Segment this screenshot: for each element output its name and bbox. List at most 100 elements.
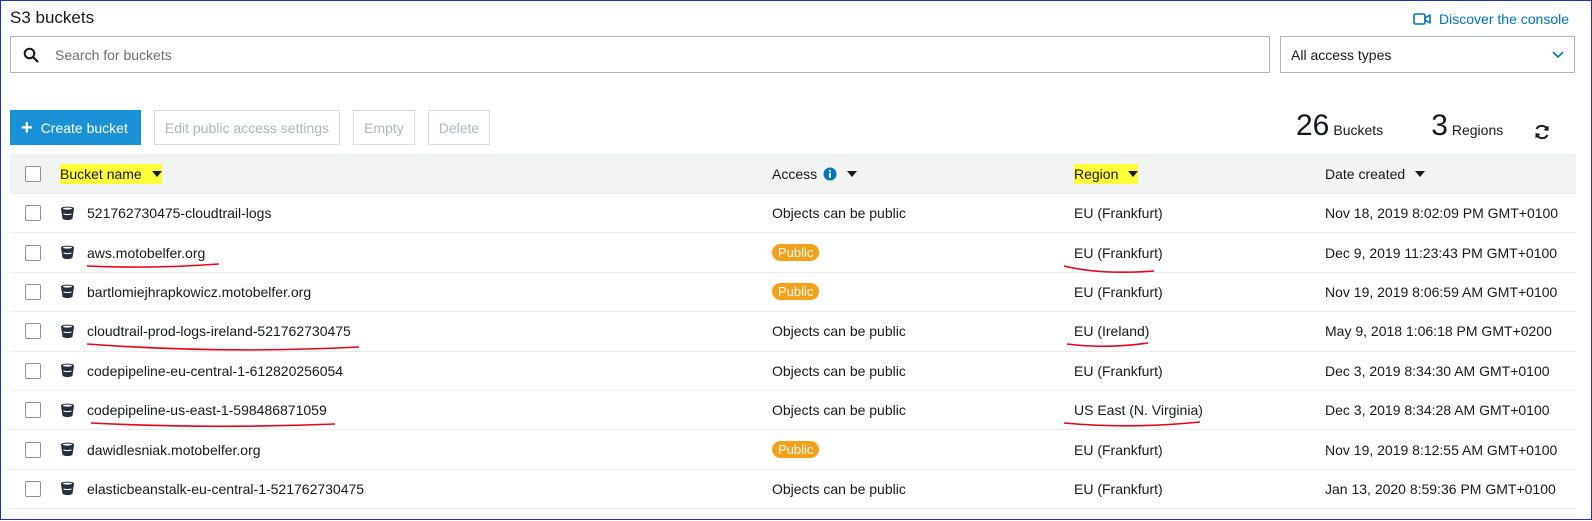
window-frame: S3 buckets Discover the console All acce…	[0, 0, 1592, 520]
buckets-count: 26	[1296, 109, 1330, 142]
bucket-name-link[interactable]: elasticbeanstalk-eu-central-1-5217627304…	[87, 481, 364, 497]
bucket-icon	[61, 363, 74, 378]
access-value: Objects can be public	[772, 480, 906, 497]
bucket-icon	[61, 285, 74, 299]
table-row[interactable]: cloudtrail-prod-logs-ireland-52176273047…	[10, 312, 1576, 352]
column-header-access-label: Access	[772, 165, 818, 182]
bucket-name-link[interactable]: codepipeline-us-east-1-598486871059	[87, 402, 327, 418]
empty-button[interactable]: Empty	[353, 110, 415, 145]
access-value: Objects can be public	[772, 362, 906, 379]
row-checkbox[interactable]	[25, 402, 41, 419]
region-value: EU (Frankfurt)	[1074, 205, 1163, 222]
bucket-icon	[61, 403, 74, 417]
column-header-region[interactable]: Region	[1074, 163, 1139, 184]
regions-label: Regions	[1451, 122, 1504, 138]
bucket-name-link[interactable]: codepipeline-eu-central-1-612820256054	[87, 363, 343, 379]
row-checkbox[interactable]	[25, 480, 41, 497]
discover-console-label[interactable]: Discover the console	[1439, 11, 1569, 27]
regions-count: 3	[1431, 109, 1448, 142]
column-header-date-label: Date created	[1325, 165, 1406, 182]
bucket-stats: 26 Buckets 3 Regions	[1296, 109, 1503, 143]
table-header: Bucket name Access Region Date created	[10, 154, 1576, 194]
select-all-checkbox[interactable]	[25, 165, 41, 182]
sort-caret-icon	[847, 170, 858, 177]
search-input[interactable]	[53, 37, 1269, 72]
sort-caret-icon	[151, 170, 162, 177]
region-value: EU (Frankfurt)	[1074, 441, 1163, 458]
edit-public-access-button[interactable]: Edit public access settings	[153, 110, 341, 145]
access-value: Objects can be public	[772, 323, 906, 340]
access-value: Objects can be public	[772, 205, 906, 222]
region-value: EU (Frankfurt)	[1074, 362, 1163, 379]
row-checkbox[interactable]	[25, 244, 41, 261]
region-value: EU (Frankfurt)	[1074, 480, 1163, 497]
public-badge: Public	[772, 244, 820, 262]
public-badge: Public	[772, 441, 820, 459]
date-created-value: Dec 9, 2019 11:23:43 PM GMT+0100	[1325, 244, 1558, 261]
chevron-down-icon	[1552, 50, 1564, 58]
search-icon	[23, 47, 39, 63]
info-icon[interactable]	[823, 167, 837, 181]
buckets-label: Buckets	[1333, 122, 1384, 138]
public-badge: Public	[772, 283, 820, 301]
edit-public-access-label: Edit public access settings	[164, 119, 330, 136]
bucket-name-link[interactable]: cloudtrail-prod-logs-ireland-52176273047…	[87, 323, 351, 339]
bucket-icon	[61, 442, 74, 457]
column-header-access[interactable]: Access	[772, 165, 858, 182]
bucket-name-link[interactable]: 521762730475-cloudtrail-logs	[87, 205, 271, 221]
bucket-icon	[61, 324, 74, 338]
bucket-name-link[interactable]: aws.motobelfer.org	[87, 245, 205, 261]
search-field[interactable]	[10, 36, 1270, 73]
date-created-value: Dec 3, 2019 8:34:28 AM GMT+0100	[1325, 402, 1550, 419]
page-title: S3 buckets	[10, 8, 95, 27]
column-header-bucket-name-label: Bucket name	[60, 165, 142, 182]
bucket-icon	[61, 245, 74, 260]
region-value: EU (Frankfurt)	[1074, 283, 1163, 300]
toolbar: + Create bucket Edit public access setti…	[10, 110, 491, 145]
video-camera-icon	[1413, 13, 1431, 25]
region-value: EU (Ireland)	[1074, 323, 1150, 340]
table-row[interactable]: codepipeline-eu-central-1-612820256054 O…	[10, 352, 1576, 391]
bucket-icon	[61, 482, 74, 496]
bucket-icon	[61, 206, 74, 220]
row-checkbox[interactable]	[25, 362, 41, 379]
access-type-selected: All access types	[1291, 46, 1392, 63]
refresh-icon[interactable]	[1533, 123, 1551, 141]
sort-caret-icon	[1128, 170, 1139, 177]
column-header-bucket-name[interactable]: Bucket name	[60, 163, 162, 184]
row-checkbox[interactable]	[25, 283, 41, 300]
delete-button[interactable]: Delete	[427, 110, 491, 145]
row-checkbox[interactable]	[25, 441, 41, 458]
table-row[interactable]: bartlomiejhrapkowicz.motobelfer.org Publ…	[10, 273, 1576, 313]
region-value: EU (Frankfurt)	[1074, 244, 1163, 261]
bucket-name-link[interactable]: bartlomiejhrapkowicz.motobelfer.org	[87, 284, 311, 300]
plus-icon: +	[21, 116, 33, 139]
table-row[interactable]: aws.motobelfer.org Public EU (Frankfurt)…	[10, 233, 1576, 273]
table-row[interactable]: 521762730475-cloudtrail-logs Objects can…	[10, 194, 1576, 234]
column-header-date-created[interactable]: Date created	[1325, 165, 1426, 182]
table-body: 521762730475-cloudtrail-logs Objects can…	[10, 194, 1576, 510]
access-value: Objects can be public	[772, 402, 906, 419]
date-created-value: Nov 19, 2019 8:12:55 AM GMT+0100	[1325, 441, 1558, 458]
table-row[interactable]: elasticbeanstalk-eu-central-1-5217627304…	[10, 470, 1576, 510]
sort-caret-icon	[1415, 170, 1426, 177]
bucket-name-link[interactable]: dawidlesniak.motobelfer.org	[87, 442, 261, 458]
table-row[interactable]: codepipeline-us-east-1-598486871059 Obje…	[10, 391, 1576, 431]
create-bucket-button[interactable]: + Create bucket	[10, 110, 141, 145]
row-checkbox[interactable]	[25, 205, 41, 222]
delete-label: Delete	[438, 119, 480, 136]
date-created-value: Jan 13, 2020 8:59:36 PM GMT+0100	[1325, 480, 1556, 497]
region-value: US East (N. Virginia)	[1074, 402, 1203, 419]
date-created-value: Nov 19, 2019 8:06:59 AM GMT+0100	[1325, 283, 1558, 300]
date-created-value: May 9, 2018 1:06:18 PM GMT+0200	[1325, 323, 1552, 340]
discover-console-link[interactable]: Discover the console	[1413, 11, 1569, 27]
date-created-value: Nov 18, 2019 8:02:09 PM GMT+0100	[1325, 205, 1559, 222]
empty-label: Empty	[364, 119, 404, 136]
column-header-region-label: Region	[1074, 165, 1119, 182]
row-checkbox[interactable]	[25, 323, 41, 340]
buckets-table: Bucket name Access Region Date created 5…	[10, 154, 1576, 510]
table-row[interactable]: dawidlesniak.motobelfer.org Public EU (F…	[10, 430, 1576, 470]
access-type-select[interactable]: All access types	[1280, 36, 1575, 73]
date-created-value: Dec 3, 2019 8:34:30 AM GMT+0100	[1325, 362, 1550, 379]
create-bucket-label: Create bucket	[40, 119, 128, 136]
